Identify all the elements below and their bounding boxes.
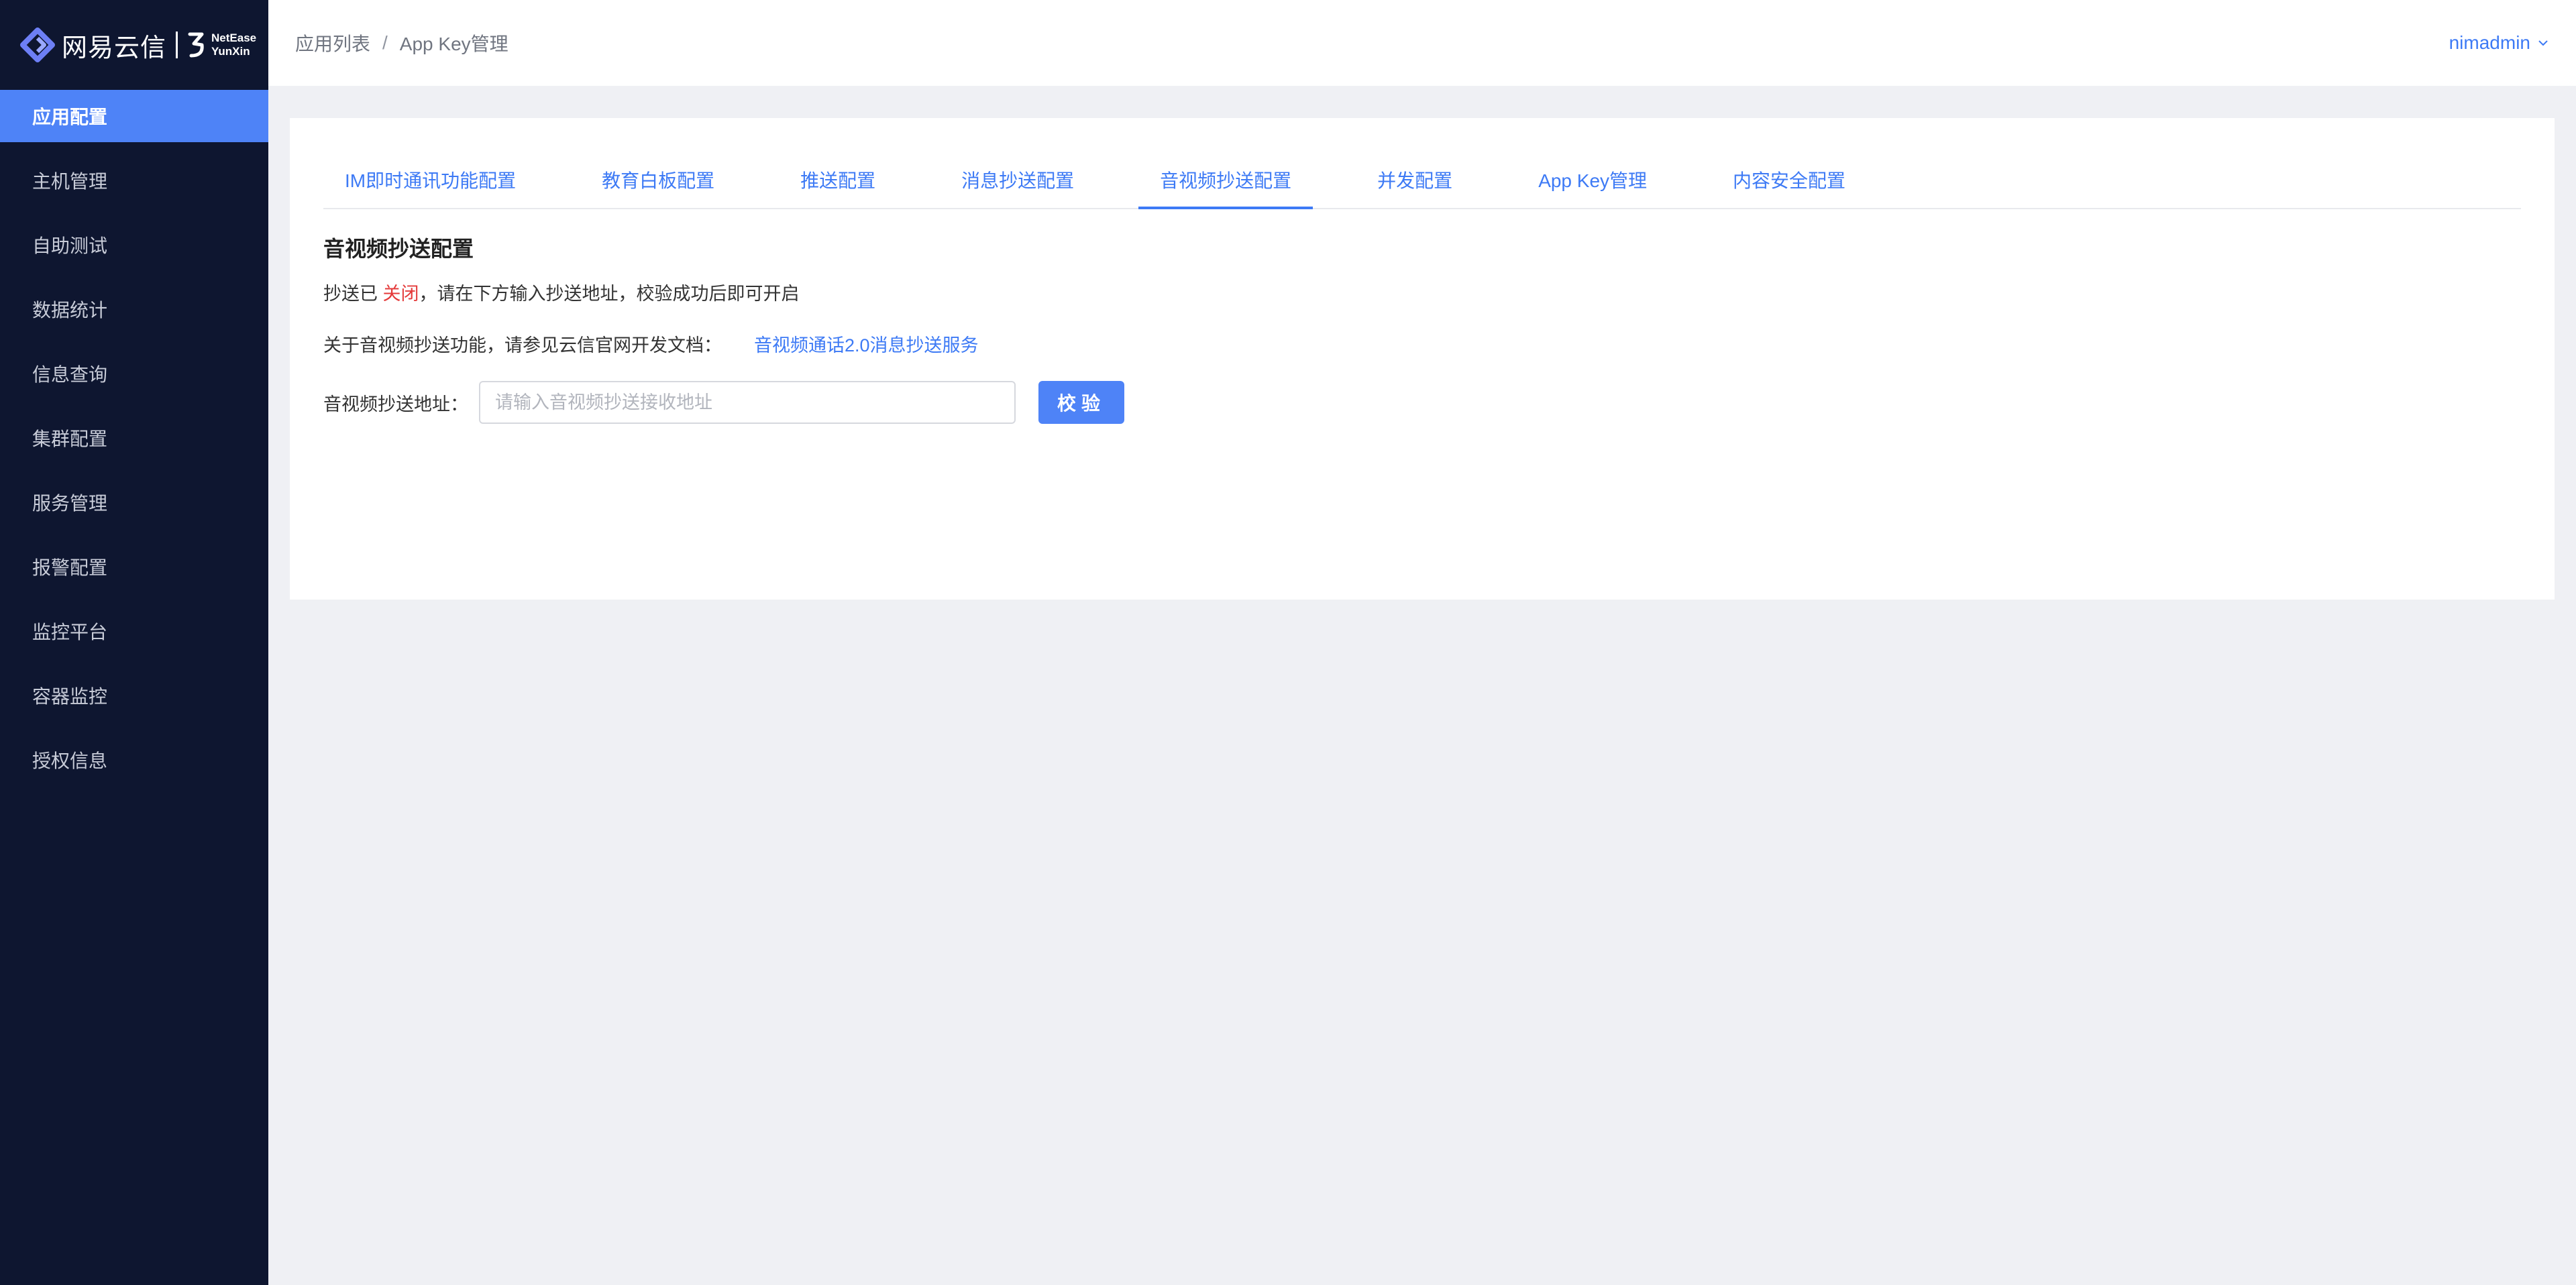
yunxin-logo-icon — [20, 27, 55, 62]
tab-content-security-config[interactable]: 内容安全配置 — [1711, 166, 1867, 208]
cc-status: 抄送已 关闭，请在下方输入抄送地址，校验成功后即可开启 — [323, 279, 2521, 305]
sidebar-item-license-info[interactable]: 授权信息 — [0, 734, 268, 786]
sidebar-item-self-test[interactable]: 自助测试 — [0, 219, 268, 271]
brand-name-cn: 网易云信 — [62, 32, 167, 62]
sidebar-item-data-statistics[interactable]: 数据统计 — [0, 283, 268, 335]
tab-concurrency-config[interactable]: 并发配置 — [1356, 166, 1474, 208]
tab-im-config[interactable]: IM即时通讯功能配置 — [323, 166, 537, 208]
verify-button[interactable]: 校验 — [1038, 381, 1124, 424]
sidebar-item-service-management[interactable]: 服务管理 — [0, 476, 268, 528]
brand-name-en: NetEase YunXin — [211, 32, 256, 58]
status-suffix: ，请在下方输入抄送地址，校验成功后即可开启 — [419, 284, 800, 304]
tab-whiteboard-config[interactable]: 教育白板配置 — [580, 166, 736, 208]
breadcrumb-separator: / — [382, 32, 388, 53]
section-title: 音视频抄送配置 — [323, 237, 474, 261]
sidebar-item-cluster-config[interactable]: 集群配置 — [0, 412, 268, 464]
tab-push-config[interactable]: 推送配置 — [779, 166, 897, 208]
netease-logo-icon — [188, 32, 204, 58]
sidebar-item-monitoring-platform[interactable]: 监控平台 — [0, 605, 268, 657]
doc-link[interactable]: 音视频通话2.0消息抄送服务 — [754, 331, 979, 357]
brand-logo[interactable]: 网易云信 NetEase YunXin — [0, 0, 268, 90]
logo-divider — [176, 32, 178, 58]
config-card: IM即时通讯功能配置 教育白板配置 推送配置 消息抄送配置 音视频抄送配置 并发… — [290, 118, 2555, 600]
brand-name-en-line1: NetEase — [211, 32, 257, 44]
tab-appkey-management[interactable]: App Key管理 — [1517, 166, 1668, 208]
sidebar-item-host-management[interactable]: 主机管理 — [0, 154, 268, 207]
sidebar-menu: 应用配置 主机管理 自助测试 数据统计 信息查询 集群配置 服务管理 报警配置 … — [0, 90, 268, 786]
sidebar-item-alarm-config[interactable]: 报警配置 — [0, 541, 268, 593]
doc-reference: 关于音视频抄送功能，请参见云信官网开发文档： 音视频通话2.0消息抄送服务 — [323, 331, 2521, 357]
username: nimadmin — [2449, 32, 2530, 53]
cc-address-label: 音视频抄送地址： — [323, 394, 468, 414]
tab-av-cc-config[interactable]: 音视频抄送配置 — [1138, 166, 1313, 209]
chevron-down-icon — [2538, 40, 2548, 46]
doc-text: 关于音视频抄送功能，请参见云信官网开发文档： — [323, 335, 722, 355]
breadcrumb-current: App Key管理 — [399, 34, 508, 54]
sidebar-item-info-query[interactable]: 信息查询 — [0, 347, 268, 400]
breadcrumb-app-list[interactable]: 应用列表 — [295, 30, 370, 56]
sidebar-item-app-config[interactable]: 应用配置 — [0, 90, 268, 142]
config-tabs: IM即时通讯功能配置 教育白板配置 推送配置 消息抄送配置 音视频抄送配置 并发… — [323, 118, 2521, 209]
breadcrumb: 应用列表 / App Key管理 — [295, 30, 508, 56]
top-header: 应用列表 / App Key管理 nimadmin — [268, 0, 2576, 86]
brand-name-en-line2: YunXin — [211, 45, 250, 58]
sidebar: 网易云信 NetEase YunXin 应用配置 主机管理 自助测试 数据统计 … — [0, 0, 268, 1285]
user-menu[interactable]: nimadmin — [2449, 32, 2549, 54]
cc-address-input[interactable] — [479, 381, 1016, 424]
status-prefix: 抄送已 — [323, 284, 378, 304]
status-badge: 关闭 — [382, 284, 419, 304]
sidebar-item-container-monitoring[interactable]: 容器监控 — [0, 669, 268, 722]
tab-message-cc-config[interactable]: 消息抄送配置 — [940, 166, 1095, 208]
cc-address-form: 音视频抄送地址： 校验 — [323, 381, 2521, 424]
